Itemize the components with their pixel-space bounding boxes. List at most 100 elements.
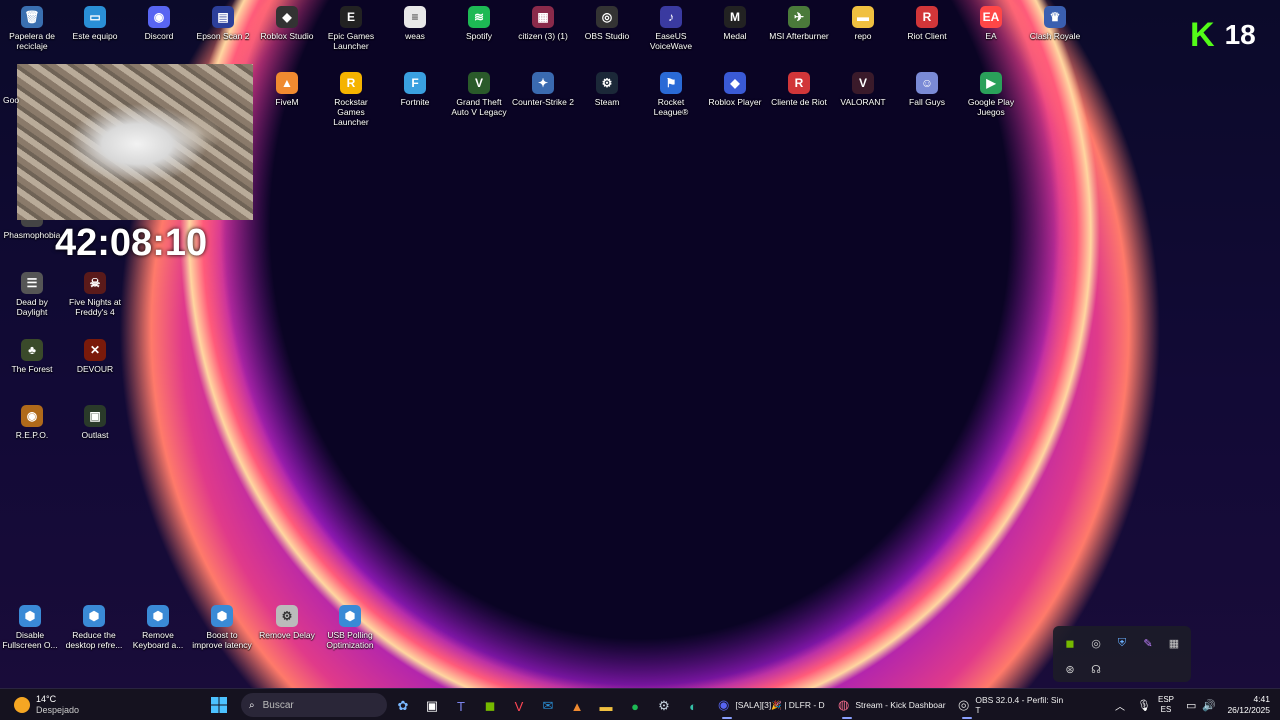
desktop-icon[interactable]: F Fortnite <box>384 72 446 107</box>
desktop-icon[interactable]: ⬢ USB Polling Optimization <box>319 605 381 650</box>
steam-taskbar-icon[interactable]: ⚙ <box>650 692 678 720</box>
teams-icon[interactable]: T <box>447 692 475 720</box>
file-explorer-icon[interactable]: ▬ <box>592 692 620 720</box>
app-icon[interactable]: ◎ <box>1085 632 1107 654</box>
nvidia-app-icon[interactable]: ◼ <box>476 692 504 720</box>
rocket-league-icon: ⚑ <box>660 72 682 94</box>
desktop-icon[interactable]: R Riot Client <box>896 6 958 41</box>
search-icon: ⌕ <box>249 699 255 711</box>
clock[interactable]: 4:41 26/12/2025 <box>1224 689 1270 720</box>
desktop-icon[interactable]: ☠ Five Nights at Freddy's 4 <box>64 272 126 317</box>
desktop-icon[interactable]: ▦ citizen (3) (1) <box>512 6 574 41</box>
desktop-icon[interactable]: ♣ The Forest <box>1 339 63 374</box>
weather-widget[interactable]: 14°C Despejado <box>14 689 79 720</box>
desktop-icon[interactable]: ◆ Roblox Studio <box>256 6 318 41</box>
desktop-icon[interactable]: ◆ Roblox Player <box>704 72 766 107</box>
google-play-games-icon: ▶ <box>980 72 1002 94</box>
system-tray-status[interactable]: ▭ 🔊 <box>1186 689 1216 720</box>
desktop-icon-label: The Forest <box>11 364 53 374</box>
desktop-icon[interactable]: ≋ Spotify <box>448 6 510 41</box>
outlook-icon[interactable]: ✉ <box>534 692 562 720</box>
epic-games-icon: E <box>340 6 362 28</box>
taskbar-app-obs[interactable]: ◎ OBS 32.0.4 - Perfil: Sin T <box>958 691 1070 719</box>
spotify-taskbar-icon[interactable]: ● <box>621 692 649 720</box>
roblox-icon: ◆ <box>724 72 746 94</box>
copilot-icon[interactable]: ✿ <box>389 692 417 720</box>
desktop-icon[interactable]: ✦ Counter-Strike 2 <box>512 72 574 107</box>
desktop-icon[interactable]: ⬢ Remove Keyboard a... <box>127 605 189 650</box>
desktop-icon[interactable]: ◉ Discord <box>128 6 190 41</box>
desktop-icon[interactable]: R Rockstar Games Launcher <box>320 72 382 127</box>
desktop-icon[interactable]: ✈ MSI Afterburner <box>768 6 830 41</box>
desktop-icon-label: Disable Fullscreen O... <box>2 630 58 650</box>
desktop-icon[interactable]: ☺ Fall Guys <box>896 72 958 107</box>
desktop-icon[interactable]: ◉ R.E.P.O. <box>1 405 63 440</box>
desktop-icon[interactable]: ⚑ Rocket League® <box>640 72 702 117</box>
desktop-icon[interactable]: M Medal <box>704 6 766 41</box>
clash-royale-icon: ♛ <box>1044 6 1066 28</box>
defender-icon[interactable]: ⛨ <box>1111 632 1133 654</box>
desktop-icon[interactable]: ✕ DEVOUR <box>64 339 126 374</box>
kick-badge: K 18 <box>1190 18 1256 52</box>
desktop-icon[interactable]: EA EA <box>960 6 1022 41</box>
the-forest-icon: ♣ <box>21 339 43 361</box>
headset-icon[interactable]: ☊ <box>1085 658 1107 680</box>
kick-logo: K <box>1190 16 1215 54</box>
language-indicator[interactable]: ESP ES <box>1158 689 1174 720</box>
text-file-icon: ≡ <box>404 6 426 28</box>
steelseries-icon[interactable]: ⊛ <box>1059 658 1081 680</box>
taskbar-app-discord[interactable]: ◉ [SALA][3]🎉 | DLFR - D <box>718 691 830 719</box>
desktop-icon-label: Medal <box>723 31 747 41</box>
desktop-icon[interactable]: V Grand Theft Auto V Legacy <box>448 72 510 117</box>
desktop-icon-label: EaseUS VoiceWave <box>649 31 693 51</box>
desktop-icon[interactable]: ▲ FiveM <box>256 72 318 107</box>
edge-icon[interactable]: ◐ <box>679 692 707 720</box>
taskbar-app-browser[interactable]: ◍ Stream - Kick Dashboar <box>838 691 950 719</box>
desktop-icon-label: citizen (3) (1) <box>518 31 568 41</box>
desktop-icon[interactable]: ▣ Outlast <box>64 405 126 440</box>
keyboard-icon[interactable]: ▦ <box>1163 632 1185 654</box>
desktop-icon[interactable]: ◎ OBS Studio <box>576 6 638 41</box>
desktop-icon[interactable]: E Epic Games Launcher <box>320 6 382 51</box>
desktop-icon[interactable]: V VALORANT <box>832 72 894 107</box>
desktop-icon-label: Outlast <box>81 430 109 440</box>
desktop-icon[interactable]: ▭ Este equipo <box>64 6 126 41</box>
fivem-taskbar-icon[interactable]: ▲ <box>563 692 591 720</box>
desktop-icon-label: Dead by Daylight <box>16 297 48 317</box>
tray-overflow-button[interactable]: ︿ <box>1115 689 1125 720</box>
desktop-icon[interactable]: ☰ Dead by Daylight <box>1 272 63 317</box>
desktop-icon-label: Cliente de Riot <box>771 97 827 107</box>
spotify-icon: ≋ <box>468 6 490 28</box>
desktop-icon[interactable]: ▶ Google Play Juegos <box>960 72 1022 117</box>
desktop-icon[interactable]: ⬢ Disable Fullscreen O... <box>0 605 61 650</box>
desktop-icon-label: EA <box>985 31 997 41</box>
desktop-icon[interactable]: ♪ EaseUS VoiceWave <box>640 6 702 51</box>
valorant-icon: V <box>852 72 874 94</box>
desktop-icon[interactable]: ≡ weas <box>384 6 446 41</box>
search-placeholder: Buscar <box>262 699 294 711</box>
desktop-icon[interactable]: R Cliente de Riot <box>768 72 830 107</box>
feather-icon[interactable]: ✎ <box>1137 632 1159 654</box>
desktop-icon[interactable]: ▬ repo <box>832 6 894 41</box>
microsoft-store-icon[interactable]: ▣ <box>418 692 446 720</box>
repo-game-icon: ◉ <box>21 405 43 427</box>
desktop-icon[interactable]: ♛ Clash Royale <box>1024 6 1086 41</box>
microphone-icon[interactable]: 🎙 <box>1137 689 1151 720</box>
riot-client-icon: R <box>916 6 938 28</box>
desktop-icon[interactable]: ⬢ Boost to improve latency <box>191 605 253 650</box>
desktop-icon-label: Clash Royale <box>1029 31 1081 41</box>
recycle-bin-icon: 🗑 <box>21 6 43 28</box>
computer-icon: ▭ <box>84 6 106 28</box>
nvidia-icon[interactable]: ◼ <box>1059 632 1081 654</box>
desktop-icon[interactable]: 🗑 Papelera de reciclaje <box>1 6 63 51</box>
desktop-icon[interactable]: ⚙ Remove Delay <box>256 605 318 640</box>
taskbar-search[interactable]: ⌕ Buscar <box>241 693 387 717</box>
desktop-icon[interactable]: ▤ Epson Scan 2 <box>192 6 254 41</box>
roblox-studio-icon: ◆ <box>276 6 298 28</box>
stream-timer: 42:08:10 <box>55 222 208 264</box>
desktop-icon[interactable]: ⚙ Steam <box>576 72 638 107</box>
start-button[interactable] <box>211 689 227 720</box>
valorant-taskbar-icon[interactable]: V <box>505 692 533 720</box>
desktop-icon-label: Spotify <box>466 31 492 41</box>
desktop-icon[interactable]: ⬢ Reduce the desktop refre... <box>63 605 125 650</box>
